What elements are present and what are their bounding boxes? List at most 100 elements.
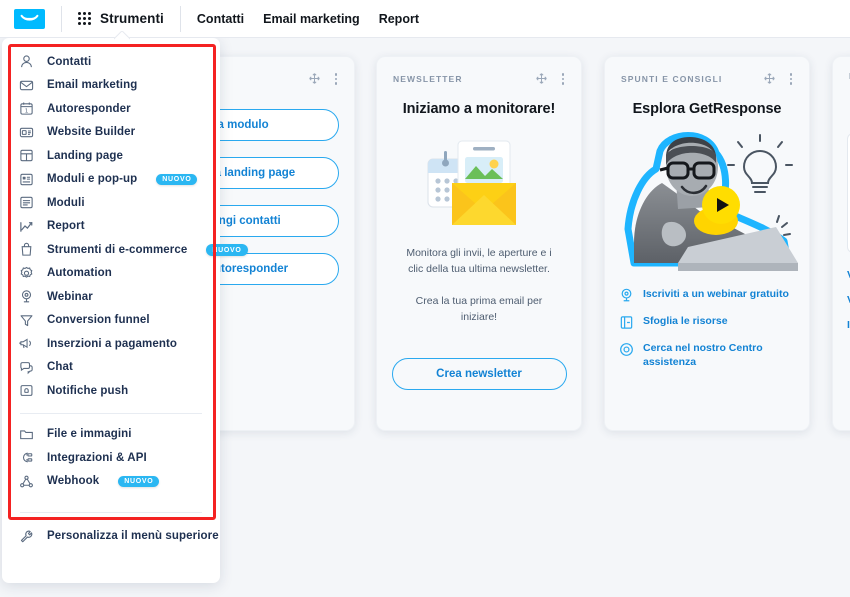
card-tips-tools [763, 71, 796, 87]
menu-secondary-list: File e immagini Integrazioni & API Webho… [2, 423, 220, 494]
card-newsletter-tools [535, 71, 568, 87]
dropdown-caret [114, 31, 130, 40]
menu-divider-primary [20, 412, 202, 414]
menu-item-webhook[interactable]: Webhook NUOVO [2, 470, 220, 494]
book-icon [619, 315, 634, 330]
menu-item-landing-page-label: Landing page [47, 149, 123, 162]
badge-nuovo-ecommerce: NUOVO [206, 244, 248, 256]
menu-item-integrazioni-api-label: Integrazioni & API [47, 451, 147, 464]
move-handle-icon[interactable] [535, 72, 548, 85]
newsletter-envelope-illustration [414, 133, 544, 233]
tips-link-risorse[interactable]: Sfoglia le risorse [619, 314, 809, 330]
app-root: L A V V I E [0, 0, 850, 597]
lifebuoy-icon [619, 342, 634, 357]
menu-item-inserzioni-a-pagamento[interactable]: Inserzioni a pagamento [2, 332, 220, 356]
menu-item-notifiche-push[interactable]: Notifiche push [2, 379, 220, 403]
strumenti-label: Strumenti [100, 11, 164, 26]
strumenti-dropdown-panel: Contatti Email marketing 1 Autoresponder… [2, 38, 248, 583]
card-edge-header: L [833, 57, 850, 81]
menu-item-moduli-e-popup[interactable]: Moduli e pop-up NUOVO [2, 168, 220, 192]
menu-item-moduli-label: Moduli [47, 196, 85, 209]
topbar-nav-links: Contatti Email marketing Report [197, 12, 419, 26]
tips-link-centro-assistenza-label: Cerca nel nostro Centro assistenza [643, 341, 763, 368]
card-newsletter-text-2: Crea la tua prima email per iniziare! [415, 295, 543, 324]
menu-item-moduli[interactable]: Moduli [2, 191, 220, 215]
strumenti-menu-button[interactable]: Strumenti [78, 11, 164, 26]
shopping-bag-icon [18, 241, 35, 258]
topbar-divider-2 [179, 5, 181, 32]
card-tips[interactable]: SPUNTI E CONSIGLI Esplora GetResponse Is… [604, 56, 810, 431]
tips-link-webinar[interactable]: Iscriviti a un webinar gratuito [619, 287, 809, 303]
funnel-icon [18, 312, 35, 329]
card-newsletter[interactable]: NEWSLETTER Iniziamo a monitorare! Monito… [376, 56, 582, 431]
webcam-icon [619, 288, 634, 303]
card-newsletter-text-1: Monitora gli invii, le aperture e i clic… [406, 246, 552, 275]
envelope-icon [18, 77, 35, 94]
card-tips-links: Iscriviti a un webinar gratuito Sfoglia … [605, 273, 809, 369]
layout-icon [18, 147, 35, 164]
tips-link-centro-assistenza[interactable]: Cerca nel nostro Centro assistenza [619, 341, 809, 369]
menu-item-automation-label: Automation [47, 267, 112, 280]
wrench-icon [18, 528, 35, 545]
envelope-logo-icon[interactable] [14, 8, 45, 29]
menu-item-report-label: Report [47, 220, 85, 233]
nav-email-marketing[interactable]: Email marketing [263, 12, 360, 26]
card-newsletter-title: Iniziamo a monitorare! [402, 100, 556, 117]
person-icon [18, 53, 35, 70]
menu-item-conversion-funnel-label: Conversion funnel [47, 314, 150, 327]
move-handle-icon[interactable] [308, 72, 321, 85]
gear-icon [18, 265, 35, 282]
card-tips-title: Esplora GetResponse [632, 100, 782, 117]
menu-item-website-builder[interactable]: Website Builder [2, 121, 220, 145]
card-quick-tools [308, 71, 341, 87]
menu-item-integrazioni-api[interactable]: Integrazioni & API [2, 446, 220, 470]
menu-primary-list: Contatti Email marketing 1 Autoresponder… [2, 50, 248, 403]
card-newsletter-header: NEWSLETTER [377, 57, 581, 87]
menu-item-contatti[interactable]: Contatti [2, 50, 220, 74]
bell-box-icon [18, 382, 35, 399]
crea-newsletter-button[interactable]: Crea newsletter [391, 357, 567, 390]
form-lines-icon [18, 194, 35, 211]
topbar-divider-1 [61, 5, 62, 32]
card-edge[interactable]: L A V V I [832, 56, 850, 431]
form-icon [18, 171, 35, 188]
menu-item-landing-page[interactable]: Landing page [2, 144, 220, 168]
menu-item-inserzioni-a-pagamento-label: Inserzioni a pagamento [47, 337, 178, 350]
card-edge-links: V V I [833, 253, 850, 331]
website-card-icon [18, 124, 35, 141]
card-edge-title: A [833, 95, 850, 111]
badge-nuovo-moduli-popup: NUOVO [156, 173, 198, 185]
menu-item-strumenti-ecommerce[interactable]: Strumenti di e-commerce NUOVO [2, 238, 248, 262]
menu-item-email-marketing-label: Email marketing [47, 79, 138, 92]
menu-item-webinar[interactable]: Webinar [2, 285, 220, 309]
menu-item-file-e-immagini[interactable]: File e immagini [2, 423, 220, 447]
tips-link-risorse-label: Sfoglia le risorse [643, 314, 728, 327]
menu-item-webinar-label: Webinar [47, 290, 93, 303]
menu-item-automation[interactable]: Automation [2, 262, 220, 286]
menu-item-report[interactable]: Report [2, 215, 220, 239]
menu-item-moduli-e-popup-label: Moduli e pop-up [47, 173, 138, 186]
nav-report[interactable]: Report [379, 12, 419, 26]
menu-item-email-marketing[interactable]: Email marketing [2, 74, 220, 98]
card-tips-kicker: SPUNTI E CONSIGLI [621, 73, 723, 84]
menu-item-contatti-label: Contatti [47, 55, 92, 68]
kebab-menu-icon[interactable] [559, 71, 568, 87]
menu-item-file-e-immagini-label: File e immagini [47, 428, 132, 441]
nav-contatti[interactable]: Contatti [197, 12, 244, 26]
move-handle-icon[interactable] [763, 72, 776, 85]
chat-bubbles-icon [18, 359, 35, 376]
folder-icon [18, 426, 35, 443]
menu-item-personalizza-menu[interactable]: Personalizza il menù superiore [2, 523, 220, 549]
kebab-menu-icon[interactable] [332, 71, 341, 87]
menu-item-chat[interactable]: Chat [2, 356, 220, 380]
svg-text:1: 1 [25, 109, 29, 115]
card-newsletter-kicker: NEWSLETTER [393, 73, 463, 84]
menu-item-webhook-label: Webhook [47, 475, 100, 488]
chart-line-icon [18, 218, 35, 235]
menu-item-conversion-funnel[interactable]: Conversion funnel [2, 309, 220, 333]
menu-item-autoresponder-label: Autoresponder [47, 102, 131, 115]
kebab-menu-icon[interactable] [787, 71, 796, 87]
menu-item-autoresponder[interactable]: 1 Autoresponder [2, 97, 220, 121]
play-button-icon[interactable] [702, 185, 740, 224]
menu-item-strumenti-ecommerce-label: Strumenti di e-commerce [47, 243, 188, 256]
